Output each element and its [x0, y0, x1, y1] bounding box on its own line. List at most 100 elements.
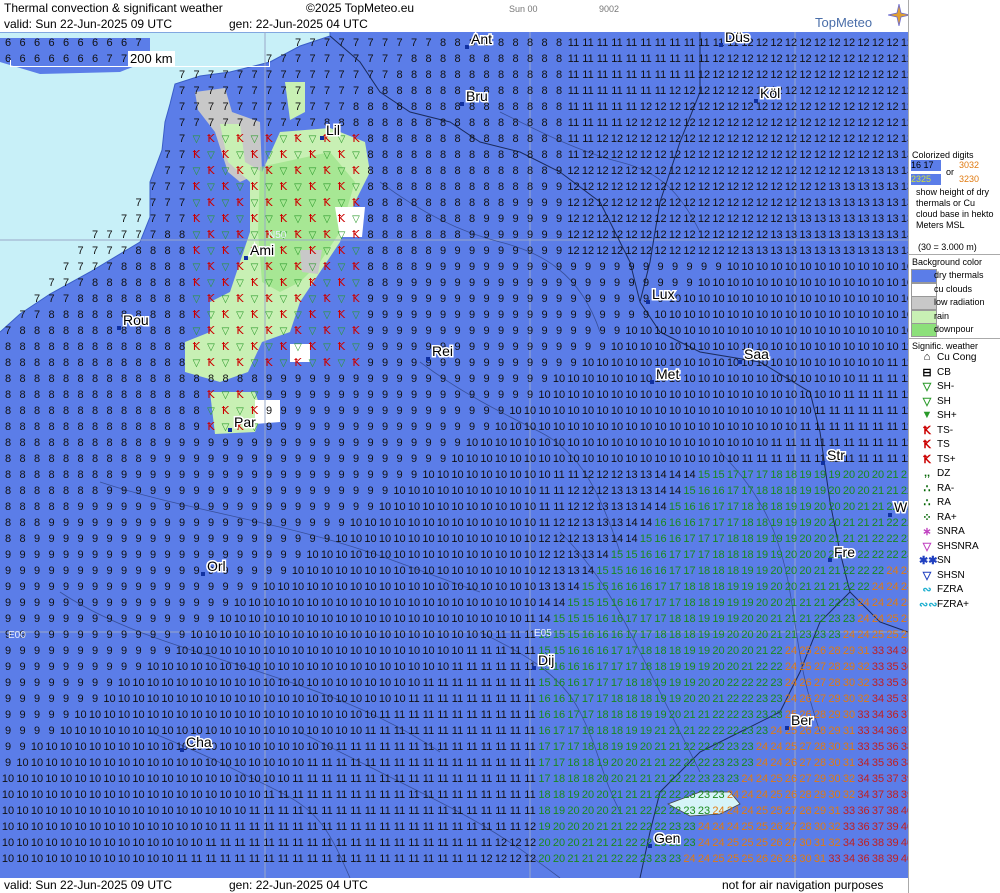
thermal-height-digit: 10	[524, 597, 536, 609]
thermal-height-digit: 8	[106, 357, 112, 369]
thermal-height-digit: 11	[597, 85, 608, 97]
thermal-height-digit: 15	[538, 677, 550, 689]
thermal-height-digit: 9	[164, 549, 170, 561]
thermal-height-digit: 11	[684, 69, 695, 81]
thermal-height-digit: 16	[596, 613, 608, 625]
thermal-height-digit: 10	[727, 325, 739, 337]
thermal-height-digit: 9	[19, 645, 25, 657]
thermal-height-digit: 24	[785, 677, 797, 689]
thermal-height-digit: 9	[556, 277, 562, 289]
thermal-height-digit: 12	[596, 181, 608, 193]
thermal-height-digit: 10	[190, 805, 202, 817]
thermal-height-digit: 7	[77, 277, 83, 289]
thermal-height-digit: 33	[872, 677, 884, 689]
thermal-height-digit: 12	[640, 245, 652, 257]
thermal-height-digit: 13	[872, 181, 884, 193]
thermal-height-digit: 13	[872, 165, 884, 177]
thermal-height-digit: 7	[164, 181, 170, 193]
thermal-height-digit: 8	[541, 101, 547, 113]
thermal-height-digit: 8	[179, 245, 185, 257]
thermal-height-digit: 9	[367, 325, 373, 337]
thermal-height-digit: 8	[469, 197, 475, 209]
thermal-height-digit: 10	[654, 453, 666, 465]
thermal-height-digit: 11	[524, 613, 535, 625]
thermal-height-digit: 18	[756, 501, 768, 513]
legend-weather-label: RA-	[937, 482, 955, 494]
thermal-height-digit: 9	[469, 277, 475, 289]
thermal-height-digit: 9	[367, 293, 373, 305]
thermal-height-digit: 10	[45, 821, 57, 833]
thermal-height-digit: 9	[150, 501, 156, 513]
thermal-height-digit: 36	[857, 821, 869, 833]
thermal-height-digit: 7	[338, 85, 344, 97]
thermal-height-digit: 10	[379, 581, 391, 593]
thermal-height-digit: 10	[219, 709, 231, 721]
thermal-height-digit: 16	[553, 661, 565, 673]
thunderstorm-symbol-icon: Ꝁ	[352, 260, 360, 273]
thermal-height-digit: 10	[364, 549, 376, 561]
thermal-height-digit: 9	[396, 373, 402, 385]
thermal-height-digit: 12	[698, 181, 710, 193]
thermal-height-digit: 18	[611, 725, 623, 737]
thermal-height-digit: 9	[208, 453, 214, 465]
legend-weather-symbol-icon: ✱✱	[919, 555, 938, 567]
thermal-height-digit: 8	[150, 293, 156, 305]
thermal-height-digit: 8	[367, 85, 373, 97]
thermal-height-digit: 13	[582, 549, 594, 561]
map-svg[interactable]: 6 6 6 6 6 6 6 6 6 7 7 7 7 7 7 7 7 7 7 7 8 8 8 8 8 8 8 8 8 11 11 11 11 11 1…	[0, 32, 908, 878]
thermal-height-digit: 10	[263, 613, 275, 625]
thermal-height-digit: 10	[480, 453, 492, 465]
thermal-height-digit: 13	[770, 245, 782, 257]
thermal-height-digit: 9	[295, 421, 301, 433]
thermal-height-digit: 11	[452, 821, 463, 833]
shower-symbol-icon: ▽	[251, 262, 259, 273]
thermal-height-digit: 19	[567, 789, 579, 801]
thermal-height-digit: 20	[553, 821, 565, 833]
thermal-height-digit: 17	[698, 533, 710, 545]
thermal-height-digit: 10	[292, 629, 304, 641]
thermal-height-digit: 7	[280, 85, 286, 97]
city-label: Lil	[326, 122, 340, 138]
map-canvas[interactable]: 6 6 6 6 6 6 6 6 6 7 7 7 7 7 7 7 7 7 7 7 8 8 8 8 8 8 8 8 8 11 11 11 11 11 1…	[0, 32, 908, 878]
thermal-height-digit: 11	[408, 773, 419, 785]
thunderstorm-symbol-icon: Ꝁ	[294, 292, 302, 305]
thermal-height-digit: 11	[481, 693, 492, 705]
thermal-height-digit: 9	[556, 325, 562, 337]
thermal-height-digit: 8	[483, 133, 489, 145]
thermal-height-digit: 11	[582, 101, 593, 113]
thermal-height-digit: 12	[857, 85, 869, 97]
thermal-height-digit: 10	[727, 373, 739, 385]
thermal-height-digit: 10	[393, 549, 405, 561]
thermal-height-digit: 10	[306, 613, 318, 625]
thermal-height-digit: 13	[843, 213, 855, 225]
thermal-height-digit: 10	[712, 421, 724, 433]
shower-symbol-icon: ▽	[352, 246, 360, 257]
thermal-height-digit: 10	[437, 485, 449, 497]
thermal-height-digit: 23	[683, 805, 695, 817]
city-label: W	[894, 499, 908, 515]
thermal-height-digit: 8	[382, 277, 388, 289]
thermal-height-digit: 10	[176, 645, 188, 657]
thermal-height-digit: 11	[887, 437, 898, 449]
thermal-height-digit: 10	[669, 453, 681, 465]
thermal-height-digit: 12	[741, 133, 753, 145]
thermal-height-digit: 13	[886, 165, 898, 177]
thermal-height-digit: 10	[190, 789, 202, 801]
thermal-height-digit: 31	[843, 741, 855, 753]
legend-digit-3a: 2325	[911, 174, 932, 184]
thermal-height-digit: 9	[425, 261, 431, 273]
thermal-height-digit: 14	[669, 469, 681, 481]
thermal-height-digit: 8	[77, 469, 83, 481]
thermal-height-digit: 10	[524, 533, 536, 545]
thermal-height-digit: 11	[365, 773, 376, 785]
thermal-height-digit: 21	[683, 725, 695, 737]
thermal-height-digit: 10	[132, 757, 144, 769]
thermal-height-digit: 10	[683, 309, 695, 321]
thermal-height-digit: 19	[727, 581, 739, 593]
thermal-height-digit: 12	[611, 197, 623, 209]
thermal-height-digit: 17	[712, 501, 724, 513]
shower-symbol-icon: ▽	[222, 198, 230, 209]
thermal-height-digit: 9	[280, 405, 286, 417]
thermal-height-digit: 12	[567, 213, 579, 225]
thermal-height-digit: 9	[411, 421, 417, 433]
